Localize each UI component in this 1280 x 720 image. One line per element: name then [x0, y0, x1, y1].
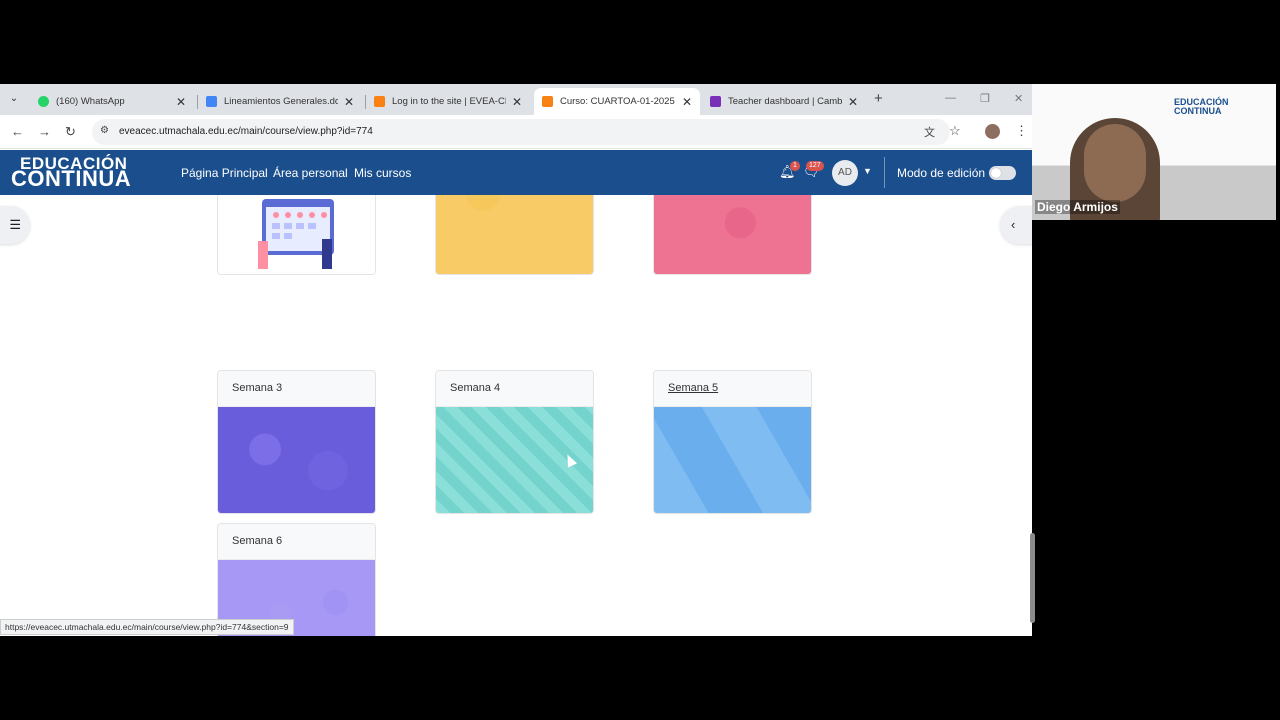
- toggle-knob: [991, 168, 1001, 178]
- section-title[interactable]: Semana 4: [436, 371, 593, 407]
- chevron-down-icon[interactable]: ▼: [863, 166, 872, 176]
- close-icon[interactable]: ✕: [512, 95, 522, 109]
- minimize-icon[interactable]: —: [945, 92, 956, 104]
- cambridge-icon: [710, 96, 721, 107]
- close-window-icon[interactable]: ✕: [1014, 92, 1023, 105]
- whatsapp-icon: [38, 96, 49, 107]
- tab-lineamientos[interactable]: Lineamientos Generales.doc ✕: [198, 88, 362, 115]
- notification-badge: 1: [790, 161, 800, 171]
- tab-login[interactable]: Log in to the site | EVEA-CE ✕: [366, 88, 530, 115]
- address-bar[interactable]: ⚙ eveacec.utmachala.edu.ec/main/course/v…: [92, 119, 961, 145]
- nav-link-home[interactable]: Página Principal: [181, 166, 268, 180]
- forward-icon[interactable]: →: [38, 124, 51, 139]
- bookmark-star-icon[interactable]: ☆: [949, 123, 961, 139]
- moodle-icon: [542, 96, 553, 107]
- close-icon[interactable]: ✕: [682, 95, 692, 109]
- restore-icon[interactable]: ❐: [980, 92, 990, 105]
- profile-avatar[interactable]: [985, 124, 1000, 139]
- section-title[interactable]: Semana 6: [218, 524, 375, 560]
- browser-toolbar: ← → ↻ ⚙ eveacec.utmachala.edu.ec/main/co…: [0, 115, 1032, 149]
- section-card[interactable]: [435, 195, 594, 275]
- screen-frame: ⌄ (160) WhatsApp ✕ Lineamientos Generale…: [0, 0, 1280, 720]
- tab-cambridge[interactable]: Teacher dashboard | Cambri ✕: [702, 88, 866, 115]
- back-icon[interactable]: ←: [11, 124, 24, 139]
- calendar-icon: [258, 199, 334, 269]
- tab-title: Log in to the site | EVEA-CE: [392, 96, 506, 107]
- tab-strip: ⌄ (160) WhatsApp ✕ Lineamientos Generale…: [0, 84, 1032, 115]
- close-icon[interactable]: ✕: [344, 95, 354, 109]
- site-logo[interactable]: EDUCACIÓN CONTINUA: [11, 155, 132, 191]
- block-drawer-button[interactable]: ‹: [1000, 206, 1032, 244]
- section-card[interactable]: [653, 195, 812, 275]
- section-card[interactable]: [217, 195, 376, 275]
- tab-curso[interactable]: Curso: CUARTOA-01-2025 | ✕: [534, 88, 700, 115]
- url-text: eveacec.utmachala.edu.ec/main/course/vie…: [119, 126, 373, 137]
- presenter-name: Diego Armijos: [1035, 200, 1120, 214]
- section-card-semana-3[interactable]: Semana 3: [217, 370, 376, 514]
- nav-link-my-courses[interactable]: Mis cursos: [354, 166, 411, 180]
- edit-mode-label: Modo de edición: [897, 166, 986, 180]
- scrollbar-thumb[interactable]: [1030, 533, 1035, 623]
- navbar-divider: [884, 157, 885, 188]
- section-title[interactable]: Semana 3: [218, 371, 375, 407]
- section-image: [654, 195, 811, 274]
- section-card-semana-4[interactable]: Semana 4: [435, 370, 594, 514]
- logo-line-2: CONTINUA: [11, 166, 132, 191]
- message-badge: 127: [806, 161, 824, 171]
- course-index-button[interactable]: ☰: [0, 206, 30, 244]
- close-icon[interactable]: ✕: [176, 95, 186, 109]
- translate-icon[interactable]: 文: [924, 124, 935, 140]
- calendar-illustration: [218, 195, 375, 274]
- nav-link-personal-area[interactable]: Área personal: [273, 166, 348, 180]
- browser-menu-icon[interactable]: ⋮: [1015, 123, 1028, 139]
- section-image: [654, 407, 811, 513]
- webcam-logo: EDUCACIÓN CONTINUA: [1174, 98, 1229, 116]
- user-avatar[interactable]: AD: [832, 160, 858, 186]
- presenter-face: [1084, 124, 1146, 202]
- chevron-left-icon: ‹: [1011, 217, 1016, 232]
- new-tab-button[interactable]: +: [874, 90, 883, 107]
- section-title[interactable]: Semana 5: [654, 371, 811, 407]
- docs-icon: [206, 96, 217, 107]
- site-navbar: EDUCACIÓN CONTINUA Página Principal Área…: [0, 150, 1032, 195]
- site-info-icon[interactable]: ⚙: [100, 125, 109, 136]
- moodle-icon: [374, 96, 385, 107]
- webcam-overlay: EDUCACIÓN CONTINUA Diego Armijos: [1032, 84, 1276, 220]
- webcam-logo-line-2: CONTINUA: [1174, 106, 1222, 116]
- section-image: [436, 195, 593, 274]
- tab-whatsapp[interactable]: (160) WhatsApp ✕: [30, 88, 194, 115]
- close-icon[interactable]: ✕: [848, 95, 858, 109]
- tab-title: Teacher dashboard | Cambri: [728, 96, 842, 107]
- list-icon: ☰: [9, 217, 21, 232]
- tab-title: Lineamientos Generales.doc: [224, 96, 338, 107]
- browser-window: ⌄ (160) WhatsApp ✕ Lineamientos Generale…: [0, 84, 1032, 636]
- section-image: [218, 407, 375, 513]
- course-content: ☰ ‹ Semana 3 Semana 4 Semana 5 Semana 6: [0, 195, 1032, 636]
- section-card-semana-5[interactable]: Semana 5: [653, 370, 812, 514]
- tab-search-button[interactable]: ⌄: [6, 93, 22, 107]
- reload-icon[interactable]: ↻: [65, 124, 76, 140]
- tab-title: Curso: CUARTOA-01-2025 |: [560, 96, 676, 107]
- tab-title: (160) WhatsApp: [56, 96, 125, 107]
- status-bar-url: https://eveacec.utmachala.edu.ec/main/co…: [0, 619, 294, 635]
- edit-mode-toggle[interactable]: [989, 166, 1016, 180]
